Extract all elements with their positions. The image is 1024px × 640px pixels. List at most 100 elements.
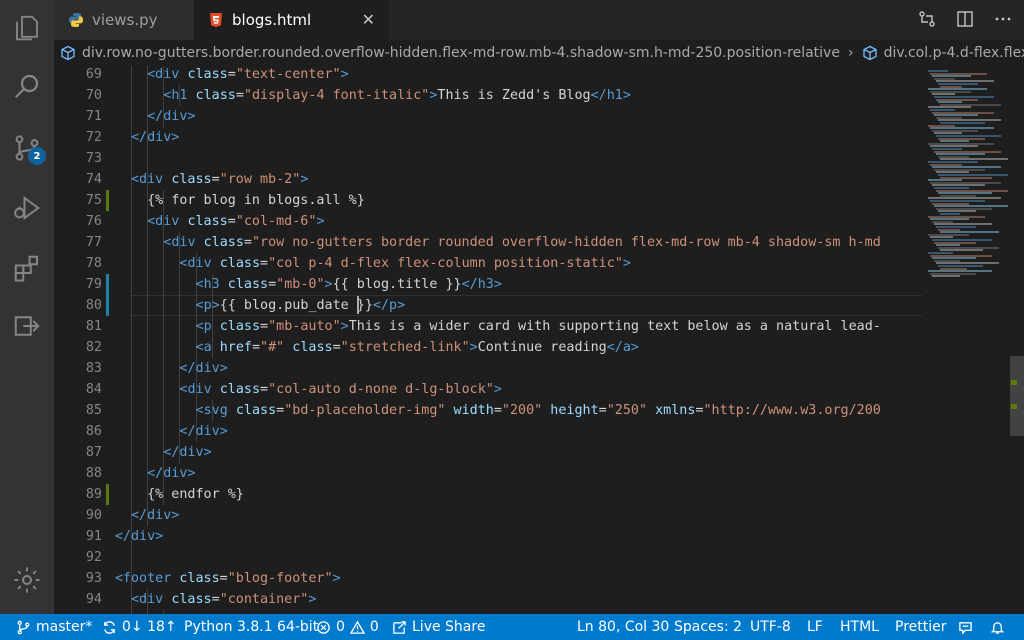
code-token: <div [163, 235, 204, 250]
indent-guide [179, 295, 181, 316]
code-line[interactable]: 79 <h3 class="mb-0">{{ blog.title }}</h3> [54, 274, 922, 295]
code-line[interactable]: 75 {% for blog in blogs.all %} [54, 190, 922, 211]
code-token: class [219, 319, 261, 334]
python-interpreter[interactable]: Python 3.8.1 64-bit [184, 614, 318, 640]
code-token: "text-center" [235, 67, 341, 82]
minimap[interactable] [922, 66, 1010, 614]
code-token: "200" [501, 403, 543, 418]
indent-guide [179, 316, 181, 337]
code-token: = [260, 382, 269, 397]
code-text: <div class="row no-gutters border rounde… [163, 232, 881, 253]
code-token: = [332, 340, 341, 355]
code-line[interactable]: 74 <div class="row mb-2"> [54, 169, 922, 190]
search-icon[interactable] [0, 62, 54, 110]
code-line[interactable]: 71 </div> [54, 106, 922, 127]
code-line[interactable]: 90 </div> [54, 505, 922, 526]
code-line[interactable]: 73 [54, 148, 922, 169]
split-editor-icon[interactable] [956, 10, 974, 28]
code-token: class [292, 340, 333, 355]
sync-status[interactable]: 0↓ 18↑ [102, 614, 177, 640]
code-line[interactable]: 93 <footer class="blog-footer"> [54, 568, 922, 589]
indent-guide [163, 400, 165, 421]
live-share-button[interactable]: Live Share [392, 614, 485, 640]
code-line[interactable]: 84 <div class="col-auto d-none d-lg-block… [54, 379, 922, 400]
code-token: class [235, 403, 277, 418]
code-token: {{ blog.pub_date }} [219, 298, 373, 313]
code-token: > [493, 382, 502, 397]
code-token: Continue reading [477, 340, 607, 355]
extensions-icon[interactable] [0, 244, 54, 292]
settings-gear-icon[interactable] [0, 556, 54, 604]
code-line[interactable]: 78 <div class="col p-4 d-flex flex-column… [54, 253, 922, 274]
indent-guide [131, 421, 132, 442]
encoding-status[interactable]: UTF-8 [750, 614, 791, 640]
code-text: <h1 class="display-4 font-italic">This i… [163, 85, 631, 106]
notifications-bell-icon[interactable] [990, 614, 1005, 640]
code-text: <h3 class="mb-0">{{ blog.title }}</h3> [196, 274, 502, 295]
code-line[interactable]: 80 <p>{{ blog.pub_date }}</p> [54, 295, 922, 316]
code-text: <svg class="bd-placeholder-img" width="2… [196, 400, 881, 421]
code-line[interactable]: 69 <div class="text-center"> [54, 66, 922, 85]
explorer-icon[interactable] [0, 4, 54, 52]
indent-guide [179, 337, 181, 358]
code-text: {% for blog in blogs.all %} [147, 190, 365, 211]
code-token: {% for blog in blogs.all %} [147, 193, 365, 208]
indentation-status[interactable]: Spaces: 2 [674, 614, 742, 640]
cursor-position[interactable]: Ln 80, Col 30 [577, 614, 669, 640]
live-share-icon [393, 620, 406, 634]
minimap-line [932, 275, 960, 278]
line-number: 72 [85, 130, 102, 145]
code-line[interactable]: 92 [54, 547, 922, 568]
code-line[interactable]: 94 <div class="container"> [54, 589, 922, 610]
indent-guide [147, 400, 149, 421]
code-token: "blog-footer" [227, 571, 333, 586]
code-line[interactable]: 91 </div> [54, 526, 922, 547]
breadcrumb-item[interactable]: div.col.p-4.d-flex.flex-column.po [862, 45, 1024, 61]
code-line[interactable]: 82 <a href="#" class="stretched-link">Con… [54, 337, 922, 358]
error-icon [317, 620, 330, 634]
code-line[interactable]: 72 </div> [54, 127, 922, 148]
breadcrumb-item[interactable]: div.row.no-gutters.border.rounded.overfl… [60, 45, 840, 61]
code-token: "mb-auto" [268, 319, 341, 334]
code-line[interactable]: 70 <h1 class="display-4 font-italic">This… [54, 85, 922, 106]
code-line[interactable]: 88 </div> [54, 463, 922, 484]
code-editor[interactable]: 69 <div class="text-center"> 70 <h1 class="… [54, 66, 922, 614]
code-token: </div> [179, 361, 228, 376]
vertical-scrollbar[interactable] [1010, 66, 1024, 614]
language-mode[interactable]: HTML [840, 614, 879, 640]
code-token: <div [147, 67, 188, 82]
remote-explorer-icon[interactable] [0, 302, 54, 350]
code-line[interactable]: 86 </div> [54, 421, 922, 442]
tab-views-py[interactable]: views.py [54, 0, 194, 40]
code-token: = [598, 403, 607, 418]
close-tab-icon[interactable]: ✕ [362, 10, 375, 29]
open-changes-icon[interactable] [918, 10, 936, 28]
branch-status[interactable]: master* [16, 614, 92, 640]
feedback-icon[interactable] [958, 614, 973, 640]
html5-icon [208, 12, 224, 28]
more-actions-icon[interactable] [994, 10, 1012, 28]
prettier-status[interactable]: Prettier [895, 614, 947, 640]
indent-guide [147, 337, 149, 358]
indent-guide [147, 274, 149, 295]
line-number: 77 [85, 235, 102, 250]
tab-blogs-html[interactable]: blogs.html ✕ [194, 0, 389, 40]
eol-status[interactable]: LF [807, 614, 823, 640]
line-number: 80 [85, 298, 102, 313]
code-line[interactable]: 77 <div class="row no-gutters border roun… [54, 232, 922, 253]
scrollbar-thumb[interactable] [1010, 356, 1024, 436]
breadcrumb: div.row.no-gutters.border.rounded.overfl… [54, 40, 1024, 66]
run-debug-icon[interactable] [0, 184, 54, 232]
code-token: "250" [606, 403, 648, 418]
code-line[interactable]: 83 </div> [54, 358, 922, 379]
code-line[interactable]: 87 </div> [54, 442, 922, 463]
code-line[interactable]: 89 {% endfor %} [54, 484, 922, 505]
problems-status[interactable]: 0 0 [316, 614, 379, 640]
code-line[interactable]: 76 <div class="col-md-6"> [54, 211, 922, 232]
code-token: <div [131, 172, 172, 187]
code-line[interactable]: 81 <p class="mb-auto">This is a wider car… [54, 316, 922, 337]
code-text: </div> [179, 358, 227, 379]
code-line[interactable]: 85 <svg class="bd-placeholder-img" width=… [54, 400, 922, 421]
code-token: </p> [372, 298, 406, 313]
source-control-icon[interactable] [0, 124, 54, 172]
